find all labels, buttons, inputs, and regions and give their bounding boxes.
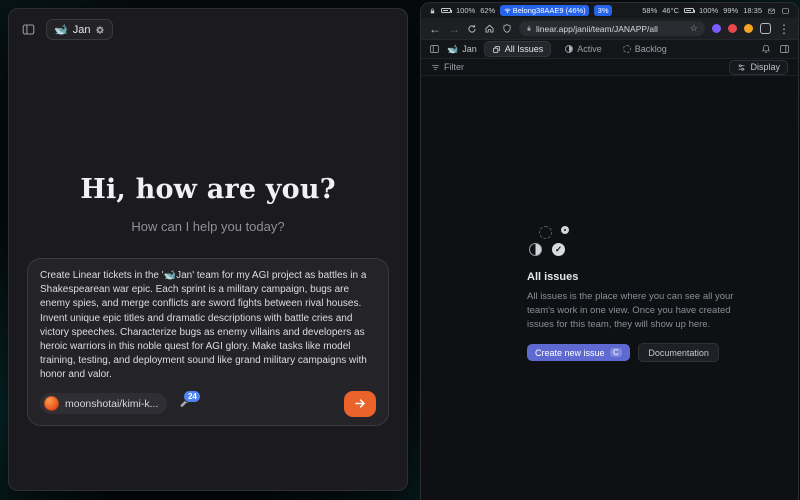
extension-icon-2[interactable] — [728, 24, 737, 33]
create-new-issue-button[interactable]: Create new issue C — [527, 344, 630, 361]
jan-main-area: Hi, how are you? How can I help you toda… — [9, 40, 407, 490]
tab-all-issues-label: All Issues — [505, 44, 544, 54]
linear-sidebar-toggle-icon[interactable] — [429, 44, 440, 54]
todo-circle-icon — [561, 226, 569, 234]
overflow-menu-icon[interactable]: ⋮ — [778, 23, 790, 35]
tabs-icon[interactable] — [760, 23, 771, 34]
all-issues-empty-state: ✓ All issues All issues is the place whe… — [527, 226, 739, 362]
tab-all-issues[interactable]: All Issues — [484, 41, 552, 57]
mail-icon — [767, 7, 776, 15]
battery-main-percent: 100% — [456, 6, 475, 15]
forward-icon[interactable]: → — [448, 23, 460, 35]
battery-alt-percent: 62% — [480, 6, 495, 15]
jan-app-window: 🐋 Jan Hi, how are you? How can I help yo… — [8, 8, 408, 491]
profile-avatar[interactable] — [744, 24, 753, 33]
tools-count-badge: 24 — [183, 390, 201, 403]
in-progress-circle-icon — [529, 243, 542, 256]
workspace-label: Jan — [73, 24, 91, 36]
address-bar[interactable]: linear.app/janii/team/JANAPP/all ☆ — [519, 21, 705, 36]
metric-small-badge: 3% — [594, 5, 612, 16]
empty-state-title: All issues — [527, 271, 739, 283]
status-icons-cluster: ✓ — [527, 226, 739, 262]
linear-tabstrip: 🐋 Jan All Issues Active Backlog — [421, 40, 798, 59]
greeting-title: Hi, how are you? — [9, 174, 407, 205]
clock: 18:35 — [743, 6, 762, 15]
battery-icon-2 — [684, 8, 694, 14]
right-panel-icon[interactable] — [779, 44, 790, 54]
shortcut-badge: C — [610, 348, 623, 357]
filter-label: Filter — [444, 62, 464, 72]
gear-icon[interactable] — [95, 25, 105, 35]
system-status-bar: 100% 62% Belong38AAE9 (46%) 3% 58% 46°C … — [421, 3, 798, 18]
browser-window: 100% 62% Belong38AAE9 (46%) 3% 58% 46°C … — [420, 2, 799, 500]
back-icon[interactable]: ← — [429, 23, 441, 35]
workspace-emoji: 🐋 — [54, 23, 68, 36]
active-status-icon — [565, 45, 573, 53]
battery-icon — [441, 8, 451, 14]
moonshot-logo-icon — [44, 396, 59, 411]
lock-status-icon — [429, 7, 436, 15]
linear-workspace-label: Jan — [462, 44, 477, 54]
documentation-button[interactable]: Documentation — [638, 343, 719, 362]
wifi-network-badge: Belong38AAE9 (46%) — [500, 5, 589, 16]
filter-icon — [431, 63, 440, 72]
empty-state-description: All issues is the place where you can se… — [527, 290, 739, 331]
model-selector[interactable]: moonshotai/kimi-k... — [40, 393, 167, 414]
send-arrow-icon — [354, 397, 367, 410]
create-new-issue-label: Create new issue — [535, 348, 605, 358]
temperature-reading: 46°C — [662, 6, 679, 15]
display-button[interactable]: Display — [729, 60, 788, 75]
browser-toolbar: ← → linear.app/janii/team/JANAPP/all ☆ — [421, 18, 798, 40]
tools-button[interactable]: 24 — [179, 397, 192, 410]
extension-icon-1[interactable] — [712, 24, 721, 33]
model-name: moonshotai/kimi-k... — [65, 398, 158, 410]
shield-icon[interactable] — [502, 23, 512, 34]
linear-workspace[interactable]: 🐋 Jan — [447, 44, 477, 55]
tab-backlog[interactable]: Backlog — [616, 42, 674, 56]
tab-active-label: Active — [577, 44, 602, 54]
prompt-input[interactable]: Create Linear tickets in the '🐋Jan' team… — [40, 269, 376, 383]
tab-backlog-label: Backlog — [635, 44, 667, 54]
desktop-background: 🐋 Jan Hi, how are you? How can I help yo… — [0, 0, 800, 500]
bell-icon[interactable] — [761, 44, 771, 54]
wifi-icon — [504, 7, 511, 14]
greeting-subtitle: How can I help you today? — [9, 219, 407, 234]
done-circle-icon: ✓ — [552, 243, 565, 256]
backlog-circle-icon — [539, 226, 552, 239]
issues-stack-icon — [492, 45, 501, 54]
display-sliders-icon — [737, 63, 746, 72]
home-icon[interactable] — [484, 23, 495, 34]
wifi-network-label: Belong38AAE9 (46%) — [513, 5, 586, 16]
send-button[interactable] — [344, 391, 376, 417]
site-lock-icon — [526, 25, 532, 32]
sidebar-toggle-icon[interactable] — [21, 23, 36, 36]
battery-percent-2: 100% — [699, 6, 718, 15]
display-label: Display — [750, 62, 780, 72]
message-composer[interactable]: Create Linear tickets in the '🐋Jan' team… — [27, 258, 389, 426]
cpu-percent: 58% — [642, 6, 657, 15]
bookmark-star-icon[interactable]: ☆ — [690, 23, 698, 34]
jan-titlebar: 🐋 Jan — [9, 9, 407, 40]
refresh-icon[interactable] — [467, 24, 477, 34]
backlog-status-icon — [623, 45, 631, 53]
empty-state-buttons: Create new issue C Documentation — [527, 343, 739, 362]
linear-main-area: ✓ All issues All issues is the place whe… — [421, 76, 798, 500]
linear-workspace-emoji: 🐋 — [447, 44, 458, 55]
filter-button[interactable]: Filter — [431, 62, 464, 72]
battery-percent-3: 99% — [723, 6, 738, 15]
tab-active[interactable]: Active — [558, 42, 609, 56]
linear-filterbar: Filter Display — [421, 59, 798, 76]
screen-cast-icon — [781, 7, 790, 15]
url-text: linear.app/janii/team/JANAPP/all — [536, 24, 658, 34]
workspace-selector[interactable]: 🐋 Jan — [46, 19, 113, 40]
composer-toolbar: moonshotai/kimi-k... 24 — [40, 391, 376, 417]
